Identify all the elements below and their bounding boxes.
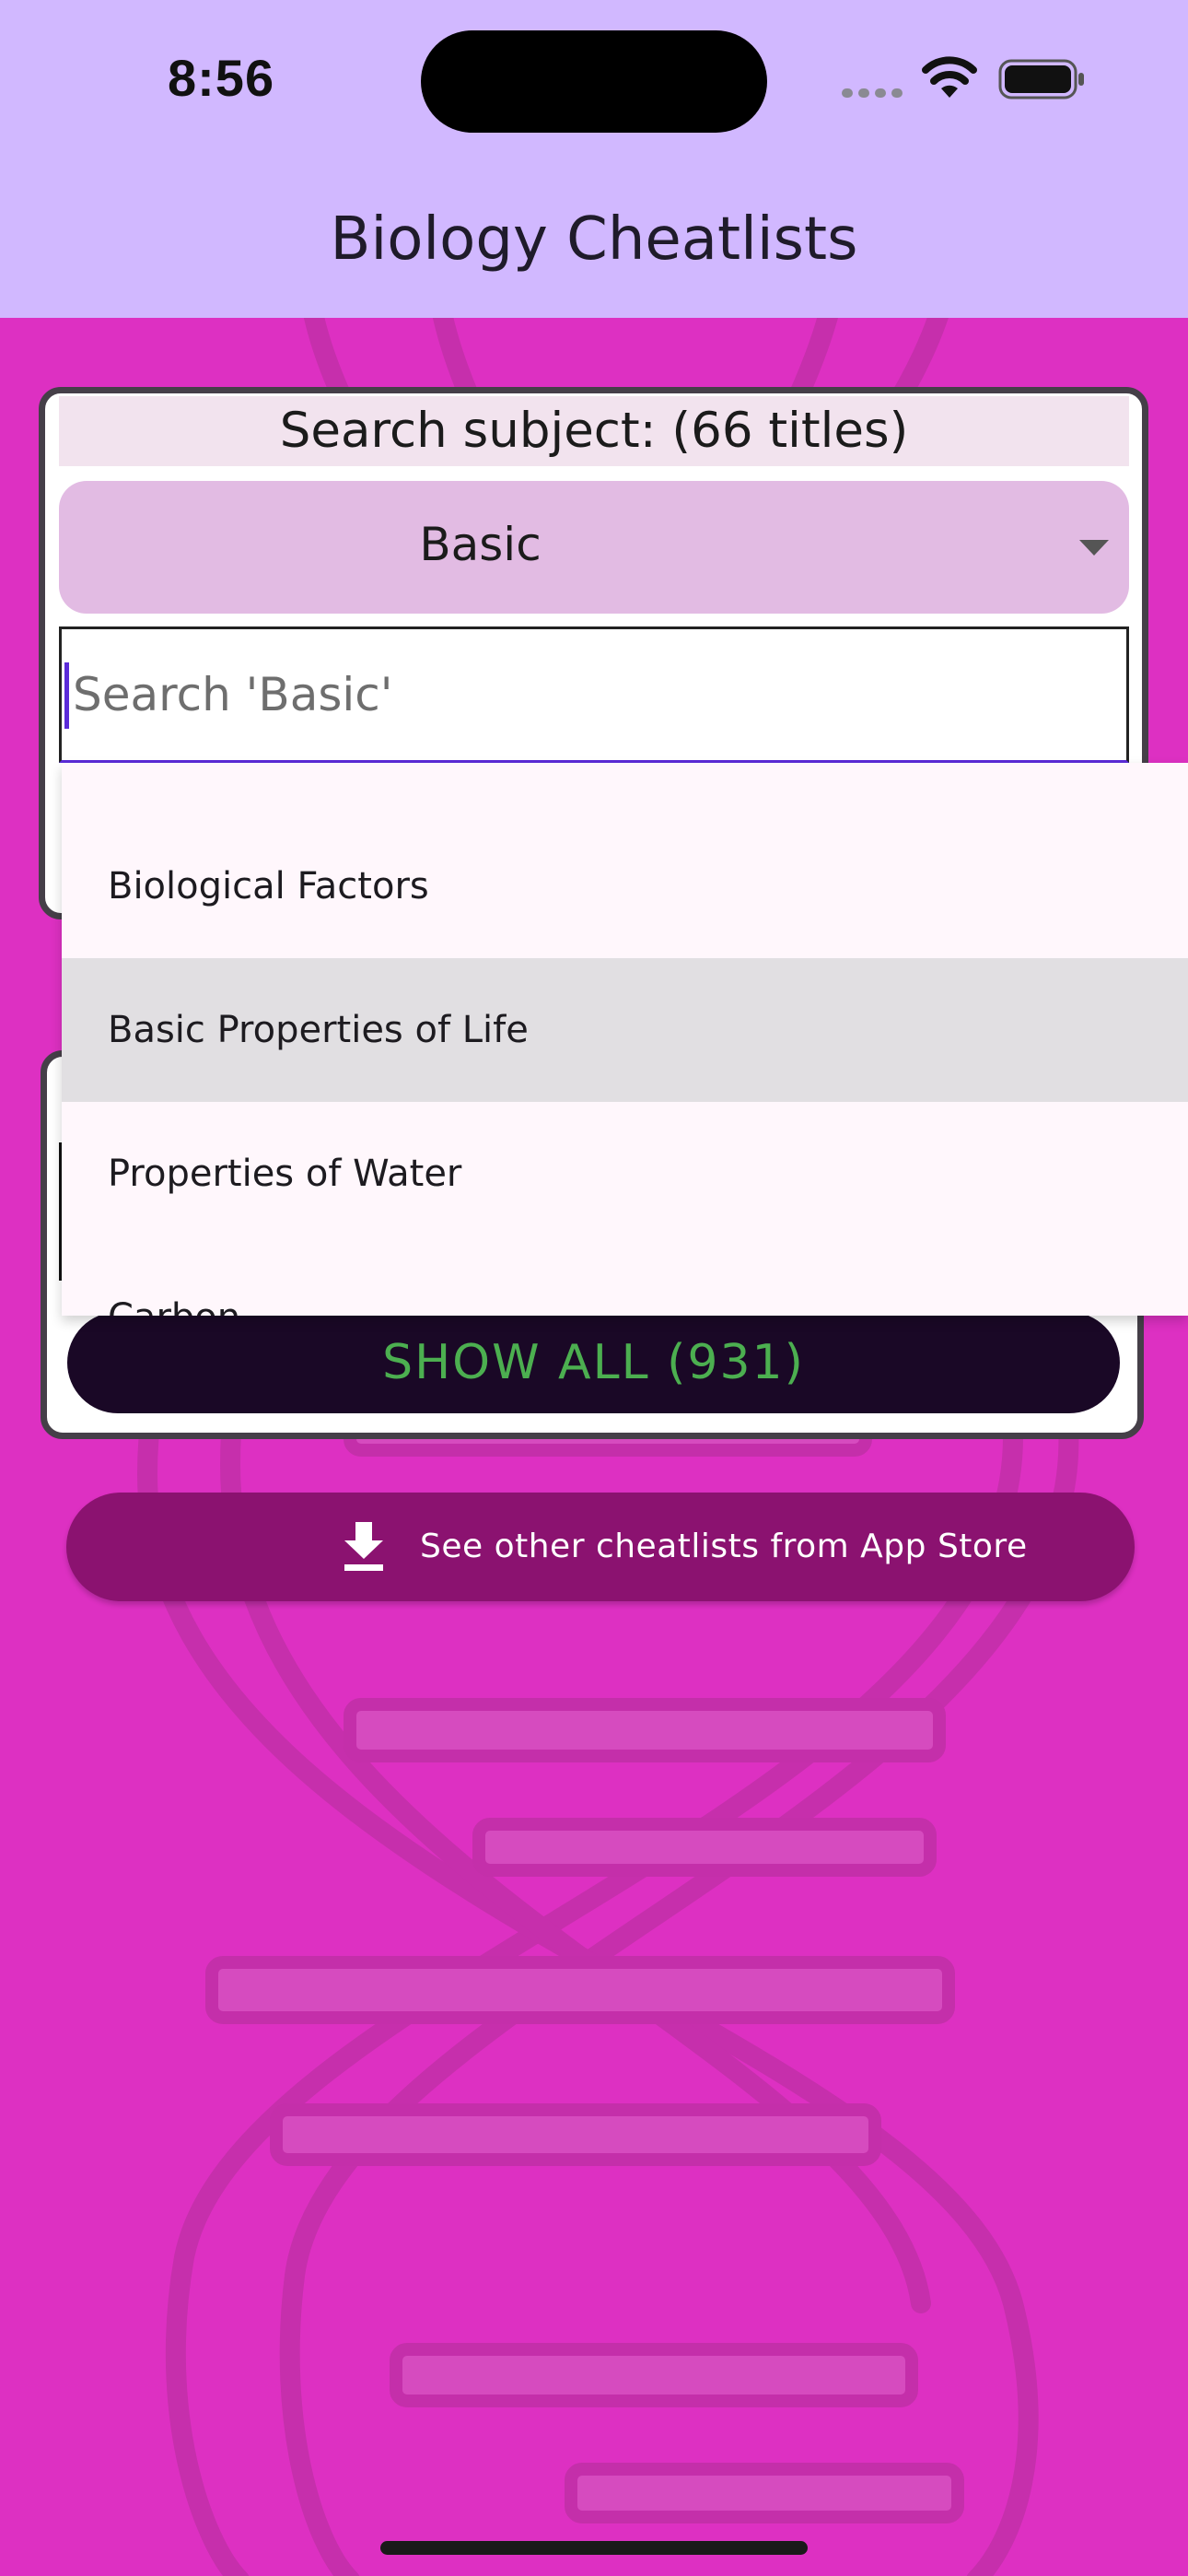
home-indicator[interactable] xyxy=(380,2541,808,2555)
wifi-icon xyxy=(922,56,977,98)
dynamic-island xyxy=(421,30,767,133)
app-store-button[interactable]: See other cheatlists from App Store xyxy=(66,1493,1135,1601)
app-bar: Biology Cheatlists xyxy=(0,166,1188,318)
autocomplete-menu: Variables Biological Factors Basic Prope… xyxy=(62,763,1188,1316)
cellular-signal-icon xyxy=(842,85,906,98)
menu-item[interactable]: Carbon xyxy=(62,1246,1188,1316)
subject-dropdown[interactable]: Basic xyxy=(59,481,1129,614)
search-subject-label: Search subject: (66 titles) xyxy=(59,396,1129,466)
dropdown-caret-icon xyxy=(1079,540,1109,556)
download-icon xyxy=(344,1522,383,1571)
menu-item[interactable]: Biological Factors xyxy=(62,814,1188,958)
menu-item-highlighted[interactable]: Basic Properties of Life xyxy=(62,958,1188,1102)
status-bar: 8:56 xyxy=(0,0,1188,166)
subject-dropdown-value: Basic xyxy=(419,518,542,571)
status-time: 8:56 xyxy=(168,49,275,107)
search-input[interactable] xyxy=(73,629,1113,760)
show-all-button[interactable]: SHOW ALL (931) xyxy=(67,1312,1120,1413)
search-field[interactable] xyxy=(59,626,1129,763)
menu-item[interactable]: Variables xyxy=(62,763,1188,814)
text-cursor xyxy=(64,662,69,729)
app-store-button-label: See other cheatlists from App Store xyxy=(420,1528,1028,1565)
page-title: Biology Cheatlists xyxy=(330,205,858,274)
menu-item[interactable]: Properties of Water xyxy=(62,1102,1188,1246)
battery-icon xyxy=(998,59,1084,100)
